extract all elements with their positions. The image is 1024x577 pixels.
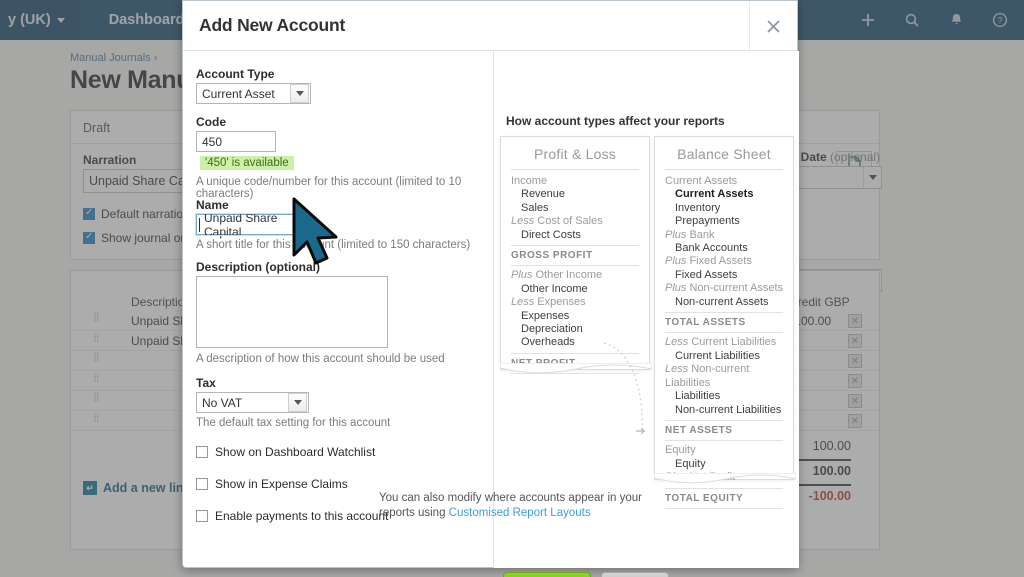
report-line: GROSS PROFIT <box>511 250 593 262</box>
close-icon[interactable] <box>749 1 797 51</box>
report-line: Less Current Liabilities <box>665 336 777 349</box>
screen: y (UK) Dashboard ? Manual Journals › New… <box>0 0 1024 577</box>
report-line: Less Non-current Liabilities <box>665 363 750 389</box>
report-line: TOTAL ASSETS <box>665 317 746 329</box>
report-line: Direct Costs <box>521 228 581 241</box>
report-line: Plus Other Income <box>511 269 603 282</box>
description-hint: A description of how this account should… <box>196 353 445 365</box>
code-label: Code <box>196 115 226 129</box>
reports-footnote: You can also modify where accounts appea… <box>379 491 679 521</box>
tax-label: Tax <box>196 376 216 390</box>
cancel-button[interactable]: Cancel <box>601 572 669 577</box>
code-input[interactable]: 450 <box>196 131 276 152</box>
account-form: Account Type Current Asset Code 450 '450… <box>183 51 493 523</box>
section-rule <box>511 265 639 267</box>
chevron-down-icon <box>288 393 307 412</box>
profit-and-loss-lines: Income Revenue Sales Less Cost of Sales Dire… <box>501 170 649 375</box>
report-line: Non-current Liabilities <box>675 403 782 416</box>
section-rule <box>665 419 783 421</box>
description-label: Description (optional) <box>196 260 320 274</box>
section-rule <box>665 487 783 489</box>
enable-payments-checkbox[interactable]: Enable payments to this account <box>196 509 388 523</box>
section-rule <box>665 507 783 509</box>
balance-sheet-card: Balance Sheet Current Assets Current Asse… <box>654 136 796 509</box>
description-textarea[interactable] <box>196 276 388 348</box>
report-line: Depreciation <box>521 323 583 336</box>
report-line: Revenue <box>521 188 566 201</box>
tax-value: No VAT <box>202 395 243 410</box>
text-caret <box>199 218 200 232</box>
show-in-expense-claims-checkbox[interactable]: Show in Expense Claims <box>196 477 348 491</box>
report-line: Expenses <box>521 309 570 322</box>
account-type-select[interactable]: Current Asset <box>196 83 311 104</box>
report-line: Inventory <box>675 201 721 214</box>
paper-bottom-wave <box>654 473 796 484</box>
dialog-title: Add New Account <box>199 15 346 35</box>
report-line: Liabilities <box>675 390 721 403</box>
show-in-expense-claims-label: Show in Expense Claims <box>215 477 348 491</box>
report-line: Overheads <box>521 336 575 349</box>
report-line: Fixed Assets <box>675 268 738 281</box>
dialog-header: Add New Account <box>183 1 797 51</box>
customised-report-layouts-link[interactable]: Customised Report Layouts <box>449 507 591 519</box>
reports-heading: How account types affect your reports <box>506 114 725 128</box>
report-line: Sales <box>521 201 549 214</box>
account-type-label: Account Type <box>196 67 275 81</box>
report-line: Plus Bank <box>665 228 715 241</box>
tax-hint: The default tax setting for this account <box>196 417 391 429</box>
save-button[interactable]: Save <box>503 572 591 577</box>
checkbox-unchecked-icon <box>196 446 208 458</box>
tax-select[interactable]: No VAT <box>196 392 309 413</box>
report-line: Equity <box>675 457 706 470</box>
section-rule <box>511 245 639 247</box>
show-on-dashboard-watchlist-label: Show on Dashboard Watchlist <box>215 445 376 459</box>
section-rule <box>665 440 783 442</box>
profit-and-loss-card: Profit & Loss Income Revenue Sales Less Cos… <box>500 136 652 375</box>
report-line: Plus Non-current Assets <box>665 282 783 295</box>
checkbox-unchecked-icon <box>196 478 208 490</box>
section-rule <box>511 352 639 354</box>
report-line: Current Liabilities <box>675 349 760 362</box>
name-input[interactable]: Unpaid Share Capital <box>195 211 297 239</box>
section-rule <box>665 312 783 314</box>
report-line: Current Assets <box>675 188 754 201</box>
paper-bottom-wave <box>500 363 652 374</box>
code-hint: A unique code/number for this account (l… <box>196 176 462 200</box>
report-line: Prepayments <box>675 215 740 228</box>
report-line: Less Cost of Sales <box>511 215 603 228</box>
report-line: Non-current Assets <box>675 295 769 308</box>
section-rule <box>665 332 783 334</box>
add-new-account-dialog: Add New Account Account Type Current Ass… <box>182 0 799 577</box>
report-line: Bank Accounts <box>675 242 748 255</box>
enable-payments-label: Enable payments to this account <box>215 509 389 523</box>
account-type-value: Current Asset <box>202 86 275 101</box>
checkbox-unchecked-icon <box>196 510 208 522</box>
show-on-dashboard-watchlist-checkbox[interactable]: Show on Dashboard Watchlist <box>196 445 375 459</box>
report-line: Other Income <box>521 282 588 295</box>
dialog-body: Account Type Current Asset Code 450 '450… <box>183 51 799 577</box>
report-line: Plus Fixed Assets <box>665 255 752 268</box>
name-value: Unpaid Share Capital <box>204 210 278 239</box>
balance-sheet-title: Balance Sheet <box>677 146 771 162</box>
report-line: Less Expenses <box>511 296 586 309</box>
balance-sheet-lines: Current Assets Current Assets Inventory Pre… <box>655 170 793 509</box>
chevron-down-icon <box>290 84 309 103</box>
report-line: Current Assets <box>665 175 738 187</box>
report-line: Income <box>511 175 548 187</box>
name-hint: A short title for this account (limited … <box>196 239 471 251</box>
code-availability-badge: '450' is available <box>200 156 294 170</box>
report-line: Equity <box>665 444 696 457</box>
report-line: NET ASSETS <box>665 424 733 436</box>
profit-and-loss-title: Profit & Loss <box>534 146 616 162</box>
